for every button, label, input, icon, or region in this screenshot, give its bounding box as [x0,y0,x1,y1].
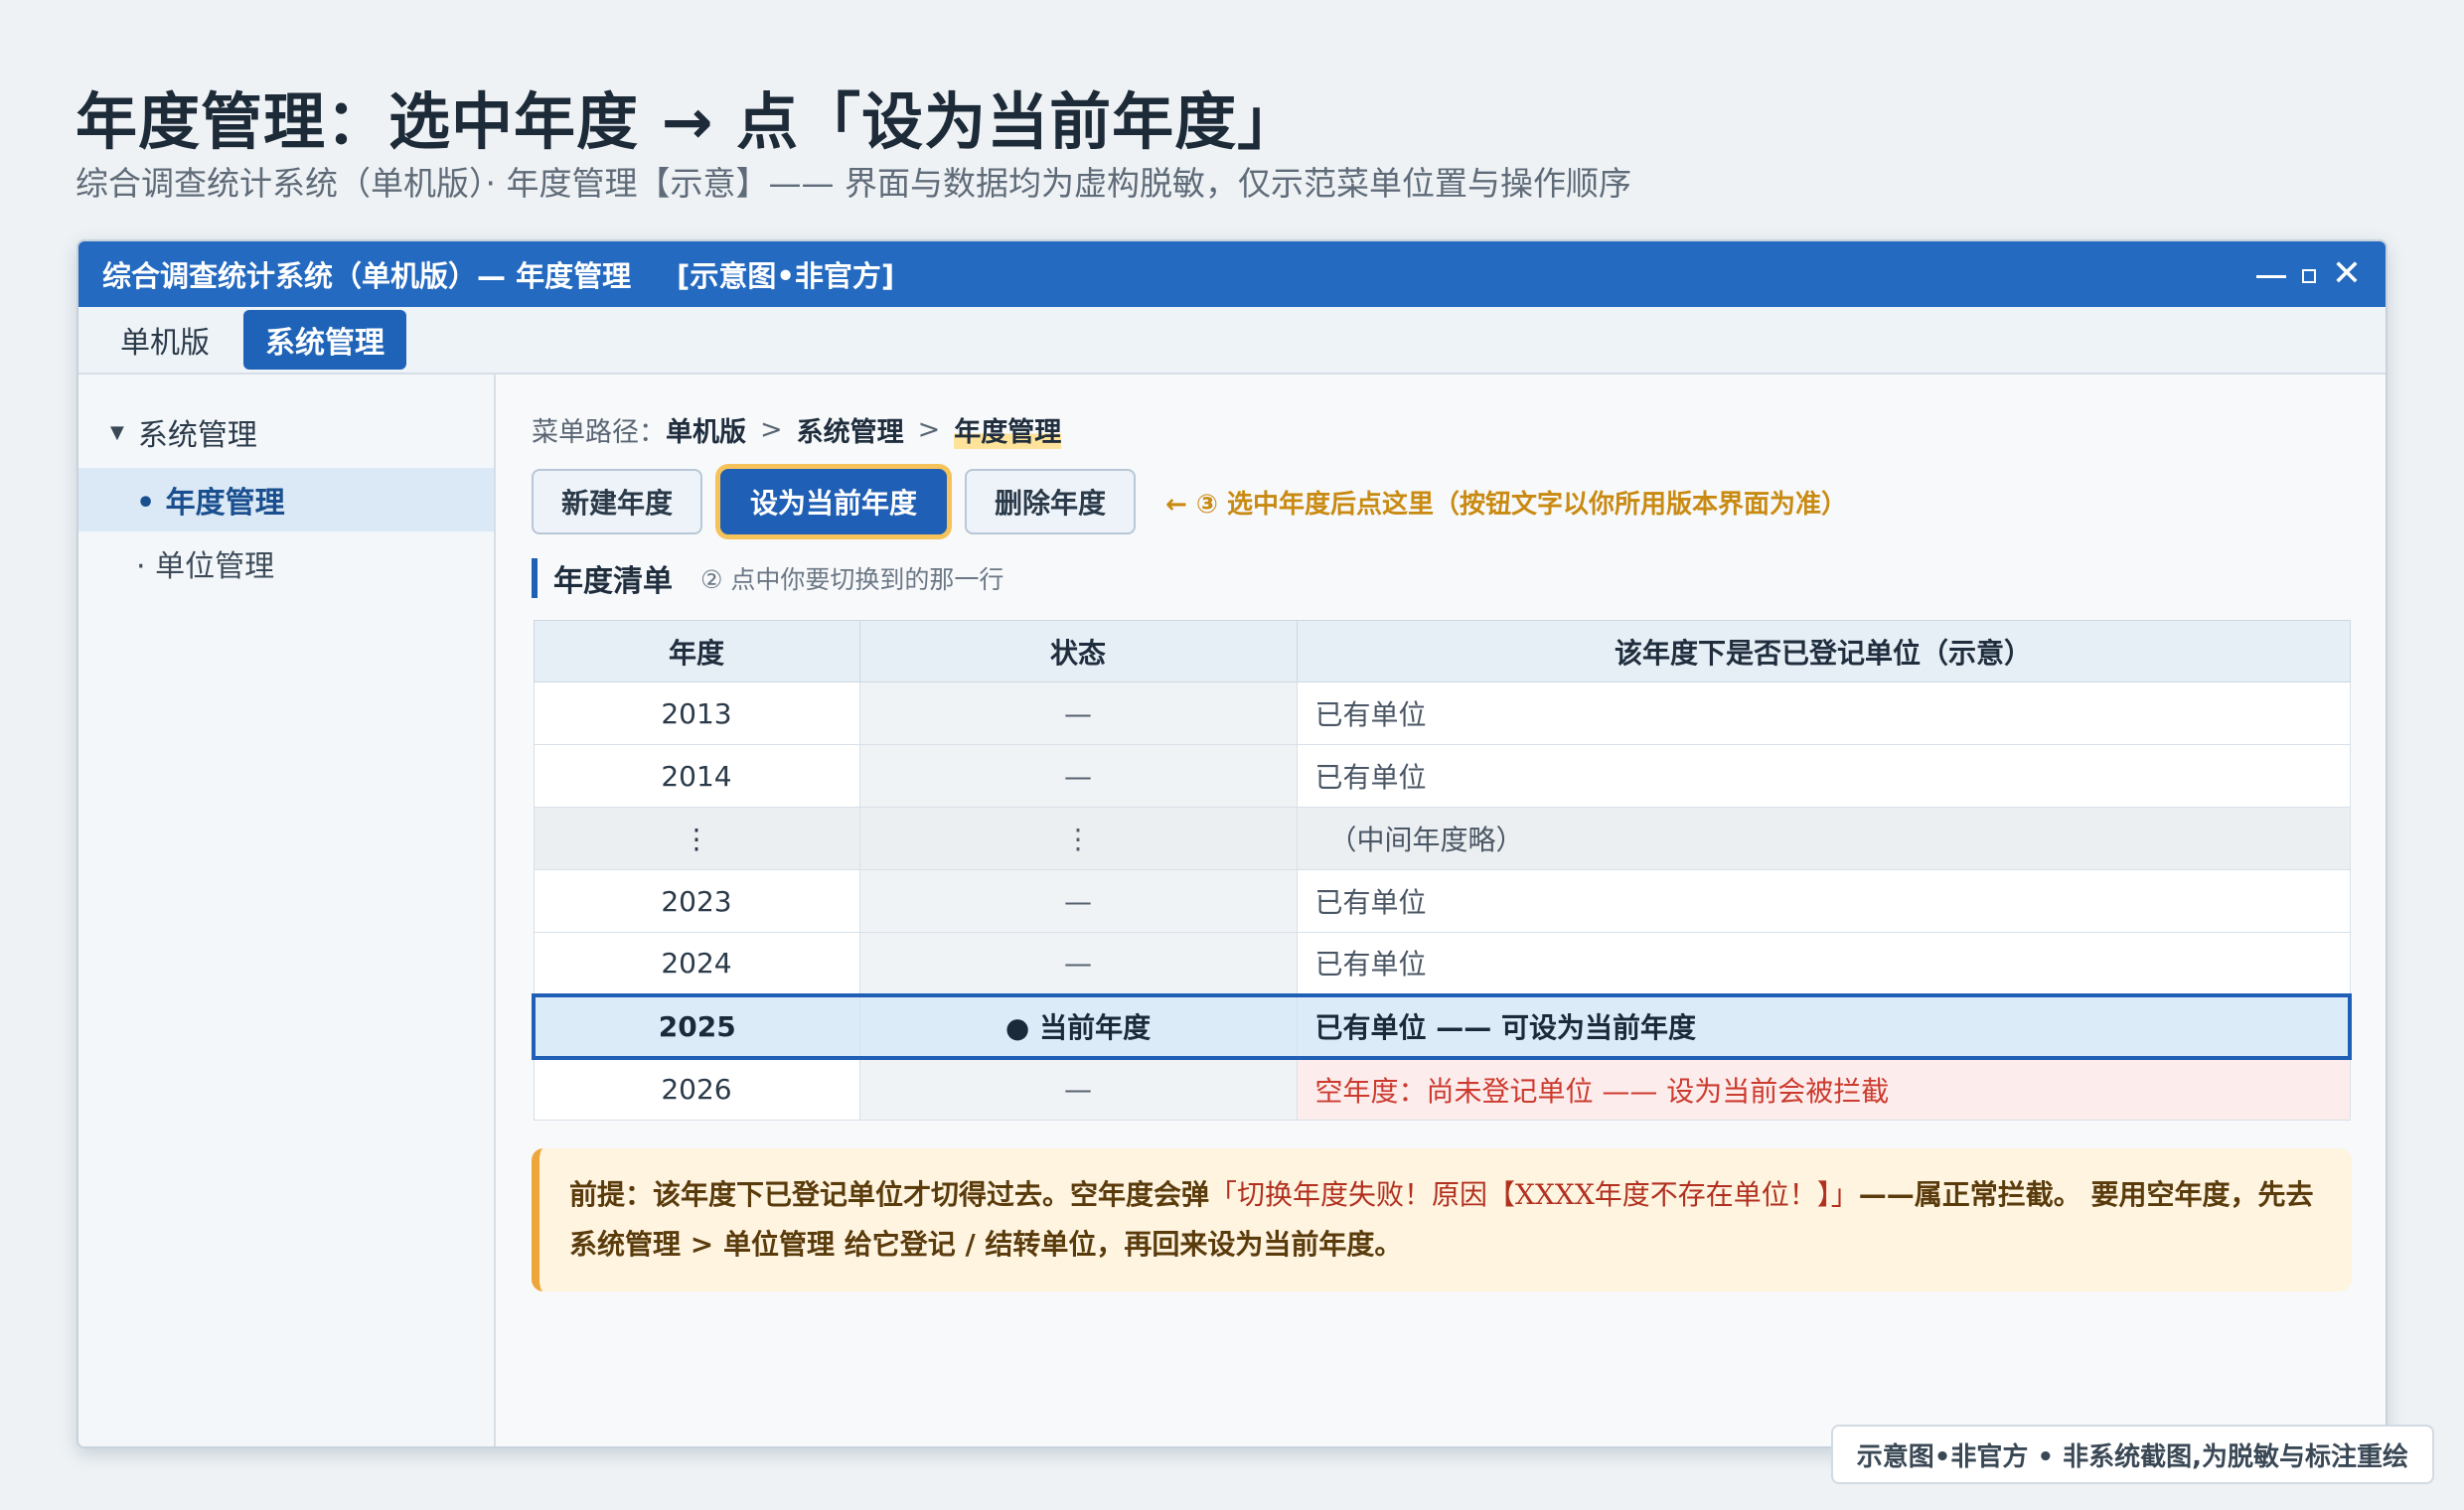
maximize-icon[interactable] [2301,269,2316,283]
cell-status: — [858,869,1298,933]
table-row[interactable]: 2024 — 已有单位 [533,932,2351,995]
cell-year: 2013 [533,681,860,745]
menu-tab-standalone[interactable]: 单机版 [98,310,231,370]
cell-status: — [858,744,1298,808]
sidebar-item-year-management[interactable]: • 年度管理 [78,468,494,531]
cell-status: — [858,1057,1298,1121]
breadcrumb-separator: > [917,414,941,445]
breadcrumb-separator: > [760,414,783,445]
delete-year-button[interactable]: 删除年度 [965,469,1137,534]
table-header-row: 年度 状态 该年度下是否已登记单位（示意） [533,620,2351,682]
set-current-year-button[interactable]: 设为当前年度 [720,469,948,534]
cell-note: 已有单位 —— 可设为当前年度 [1296,992,2352,1060]
cell-note: 已有单位 [1296,932,2351,995]
menu-tab-system-management[interactable]: 系统管理 [243,310,406,370]
toolbar: 新建年度 设为当前年度 删除年度 ← ③ 选中年度后点这里（按钮文字以你所用版本… [532,469,2350,534]
page-title: 年度管理：选中年度 → 点「设为当前年度」 [76,85,1301,158]
table-row[interactable]: 2014 — 已有单位 [533,744,2351,808]
window-tag: [示意图•非官方] [677,259,895,293]
cell-status: ⋮ [858,807,1298,870]
sidebar-root-label: 系统管理 [137,418,257,453]
main-content: 菜单路径： 单机版 > 系统管理 > 年度管理 新建年度 设为当前年度 删除年度… [532,375,2352,1291]
column-header-status[interactable]: 状态 [858,620,1298,682]
cell-note: 已有单位 [1296,744,2351,808]
cell-year: 2025 [532,992,860,1060]
section-accent-bar [532,558,538,598]
watermark-badge: 示意图•非官方 • 非系统截图,为脱敏与标注重绘 [1830,1425,2434,1484]
breadcrumb-segment: 单机版 [666,417,746,448]
table-row[interactable]: 2026 — 空年度：尚未登记单位 —— 设为当前会被拦截 [533,1057,2351,1121]
cell-note-warning: 空年度：尚未登记单位 —— 设为当前会被拦截 [1296,1057,2351,1121]
minimize-icon[interactable] [2255,274,2286,278]
year-table: 年度 状态 该年度下是否已登记单位（示意） 2013 — 已有单位 2014 —… [532,620,2352,1121]
section-header: 年度清单 ② 点中你要切换到的那一行 [532,556,2350,600]
section-title: 年度清单 [553,564,673,599]
cell-note: 已有单位 [1296,869,2351,933]
cell-status: ● 当前年度 [858,992,1298,1060]
cell-note: （中间年度略） [1296,807,2351,870]
notice-error-quote: 「切换年度失败！原因【XXXX年度不存在单位！】」 [1209,1178,1859,1211]
caret-down-icon[interactable]: ▼ [110,422,124,443]
sidebar-tree-root[interactable]: ▼ 系统管理 [78,375,494,454]
window-controls: ✕ [2255,256,2362,292]
menubar: 单机版 系统管理 [78,307,2386,375]
table-row[interactable]: 2023 — 已有单位 [533,869,2351,933]
cell-year: 2026 [533,1057,860,1121]
cell-status: — [858,932,1298,995]
cell-status: — [858,681,1298,745]
notice-text-1: 前提：该年度下已登记单位才切得过去。空年度会弹 [569,1178,1210,1211]
cell-year: 2023 [533,869,860,933]
cell-year: 2014 [533,744,860,808]
app-window: 综合调查统计系统（单机版）— 年度管理 [示意图•非官方] ✕ 单机版 系统管理… [77,239,2387,1448]
breadcrumb-label: 菜单路径： [532,417,666,448]
column-header-has-units[interactable]: 该年度下是否已登记单位（示意） [1296,620,2351,682]
cell-year: ⋮ [533,807,860,870]
window-title: 综合调查统计系统（单机版）— 年度管理 [102,259,632,293]
sidebar: ▼ 系统管理 • 年度管理 · 单位管理 [78,375,496,1446]
cell-note: 已有单位 [1296,681,2351,745]
sidebar-item-unit-management[interactable]: · 单位管理 [78,531,494,595]
table-row-selected[interactable]: 2025 ● 当前年度 已有单位 —— 可设为当前年度 [532,992,2352,1060]
window-titlebar[interactable]: 综合调查统计系统（单机版）— 年度管理 [示意图•非官方] ✕ [78,241,2386,307]
table-row[interactable]: 2013 — 已有单位 [533,681,2351,745]
toolbar-hint: ← ③ 选中年度后点这里（按钮文字以你所用版本界面为准） [1165,489,1847,520]
breadcrumb: 菜单路径： 单机版 > 系统管理 > 年度管理 [532,410,2350,449]
breadcrumb-segment: 系统管理 [796,417,904,448]
close-icon[interactable]: ✕ [2332,256,2362,292]
new-year-button[interactable]: 新建年度 [532,469,703,534]
cell-year: 2024 [533,932,860,995]
column-header-year[interactable]: 年度 [533,620,860,682]
breadcrumb-current: 年度管理 [954,410,1062,449]
table-row-ellipsis: ⋮ ⋮ （中间年度略） [533,807,2351,870]
section-hint: ② 点中你要切换到的那一行 [700,565,1004,594]
page-subtitle: 综合调查统计系统（单机版）· 年度管理【示意】—— 界面与数据均为虚构脱敏，仅示… [76,164,1631,203]
prerequisite-notice: 前提：该年度下已登记单位才切得过去。空年度会弹「切换年度失败！原因【XXXX年度… [532,1148,2352,1291]
